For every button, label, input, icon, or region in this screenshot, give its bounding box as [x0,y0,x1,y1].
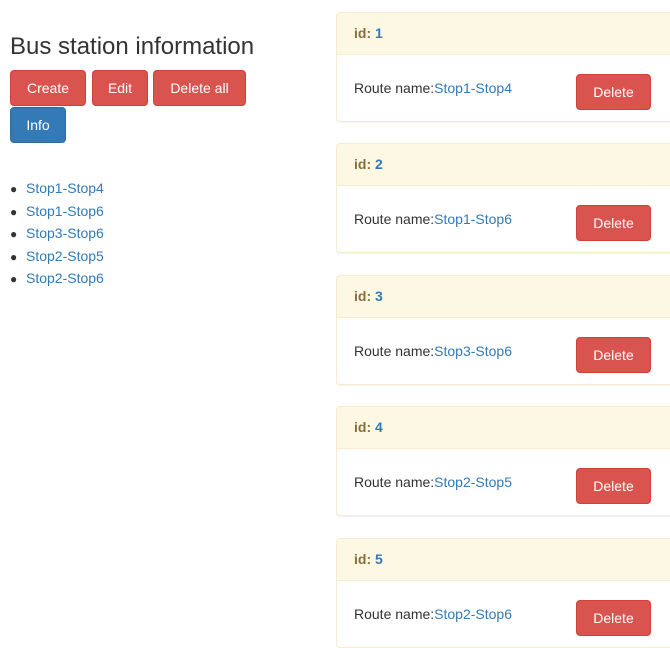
route-name-label: Route name: [354,606,435,622]
id-value: 1 [375,25,383,41]
id-label: id: [354,25,372,41]
panel-body: Route name:Stop1-Stop4 Delete [337,55,670,121]
id-label: id: [354,419,372,435]
delete-route-button[interactable]: Delete [576,74,651,110]
route-panel: id: 5 Route name:Stop2-Stop6 Delete [336,538,670,648]
id-label: id: [354,551,372,567]
route-panel: id: 2 Route name:Stop1-Stop6 Delete [336,143,670,253]
delete-route-button[interactable]: Delete [576,468,651,504]
delete-all-button[interactable]: Delete all [153,70,246,106]
info-button[interactable]: Info [10,107,66,143]
route-name-label: Route name: [354,343,435,359]
route-name-label: Route name: [354,474,435,490]
route-name-label: Route name: [354,80,435,96]
page-title: Bus station information [10,33,255,60]
route-panel: id: 1 Route name:Stop1-Stop4 Delete [336,12,670,122]
route-link[interactable]: Stop2-Stop6 [26,270,104,286]
route-link[interactable]: Stop3-Stop6 [26,225,104,241]
panel-heading: id: 5 [337,539,670,581]
route-link-list: ● Stop1-Stop4 ● Stop1-Stop6 ● Stop3-Stop6 ●… [10,178,104,291]
list-item: ● Stop2-Stop5 [10,246,104,269]
panel-body: Route name:Stop3-Stop6 Delete [337,318,670,384]
id-value: 3 [375,288,383,304]
id-label: id: [354,288,372,304]
route-name-text: Route name:Stop1-Stop4 [354,80,512,96]
bullet-icon: ● [10,249,18,264]
edit-button[interactable]: Edit [92,70,148,106]
bullet-icon: ● [10,182,18,196]
panel-heading: id: 2 [337,144,670,186]
route-link[interactable]: Stop1-Stop6 [26,203,104,219]
route-name-link[interactable]: Stop1-Stop4 [434,80,512,96]
route-link[interactable]: Stop1-Stop4 [26,180,104,196]
id-value: 4 [375,419,383,435]
delete-route-button[interactable]: Delete [576,337,651,373]
route-name-link[interactable]: Stop2-Stop6 [434,606,512,622]
id-label: id: [354,156,372,172]
route-name-text: Route name:Stop1-Stop6 [354,211,512,227]
panel-heading: id: 4 [337,407,670,449]
route-name-link[interactable]: Stop3-Stop6 [434,343,512,359]
route-panel: id: 3 Route name:Stop3-Stop6 Delete [336,275,670,385]
route-panel: id: 4 Route name:Stop2-Stop5 Delete [336,406,670,516]
bullet-icon: ● [10,204,18,219]
panel-body: Route name:Stop1-Stop6 Delete [337,186,670,252]
panel-heading: id: 1 [337,13,670,55]
list-item: ● Stop1-Stop4 [10,178,104,201]
bullet-icon: ● [10,272,18,286]
route-name-text: Route name:Stop2-Stop5 [354,474,512,490]
route-name-link[interactable]: Stop2-Stop5 [434,474,512,490]
delete-route-button[interactable]: Delete [576,205,651,241]
route-name-label: Route name: [354,211,435,227]
delete-route-button[interactable]: Delete [576,600,651,636]
list-item: ● Stop1-Stop6 [10,201,104,224]
id-value: 2 [375,156,383,172]
route-name-text: Route name:Stop3-Stop6 [354,343,512,359]
bullet-icon: ● [10,227,18,241]
panel-body: Route name:Stop2-Stop5 Delete [337,449,670,515]
create-button[interactable]: Create [10,70,86,106]
route-link[interactable]: Stop2-Stop5 [26,248,104,264]
list-item: ● Stop2-Stop6 [10,268,104,291]
list-item: ● Stop3-Stop6 [10,223,104,246]
panel-body: Route name:Stop2-Stop6 Delete [337,581,670,647]
route-name-link[interactable]: Stop1-Stop6 [434,211,512,227]
panel-heading: id: 3 [337,276,670,318]
id-value: 5 [375,551,383,567]
route-name-text: Route name:Stop2-Stop6 [354,606,512,622]
